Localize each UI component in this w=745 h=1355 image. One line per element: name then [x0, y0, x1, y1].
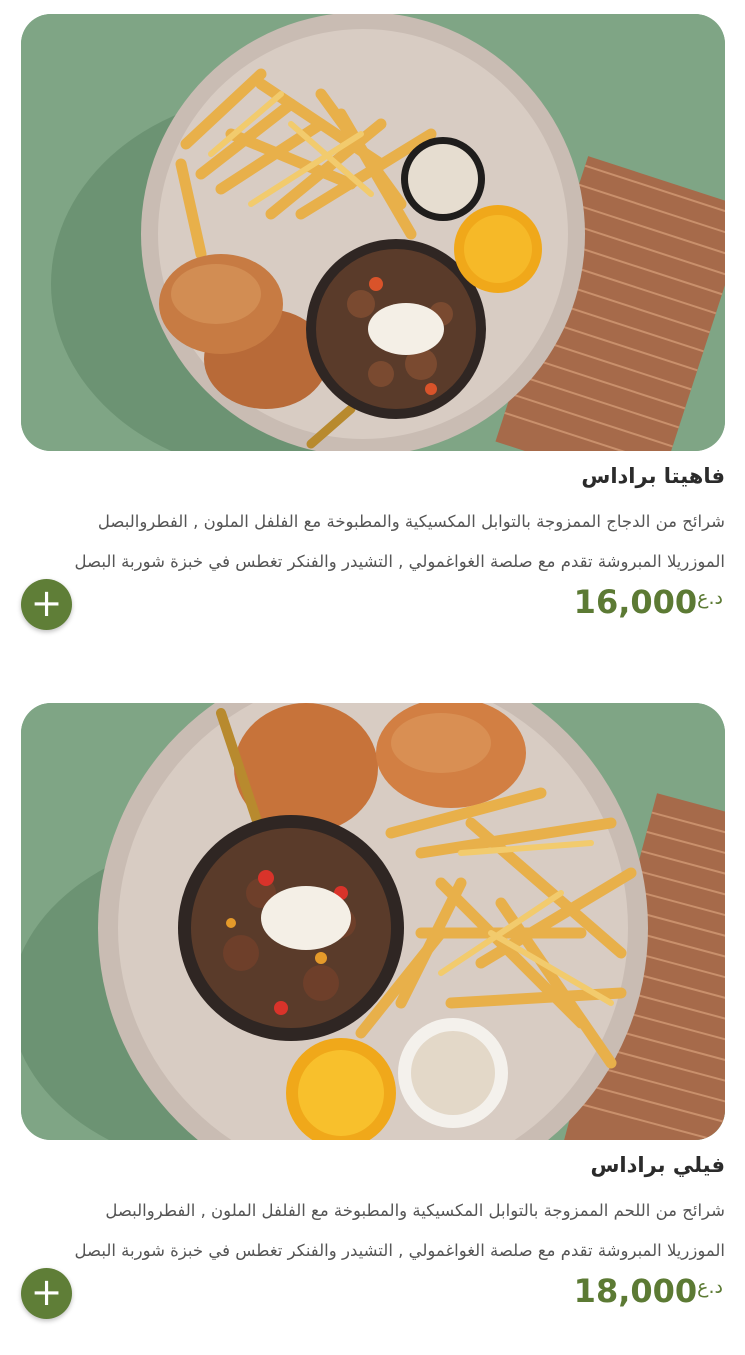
- plus-icon: +: [30, 581, 63, 625]
- menu-item-card[interactable]: فاهيتا براداس شرائح من الدجاج الممزوجة ب…: [21, 14, 725, 630]
- menu-item-card[interactable]: فيلي براداس شرائح من اللحم الممزوجة بالت…: [21, 703, 725, 1319]
- item-price: د.ع18,000: [574, 1272, 725, 1310]
- food-image: [21, 703, 725, 1140]
- item-description: شرائح من اللحم الممزوجة بالتوابل المكسيك…: [21, 1191, 725, 1271]
- price-value: 16,000: [573, 583, 698, 621]
- add-to-cart-button[interactable]: +: [21, 579, 72, 630]
- item-description-line: شرائح من اللحم الممزوجة بالتوابل المكسيك…: [105, 1201, 725, 1220]
- price-currency: د.ع: [697, 587, 723, 609]
- add-to-cart-button[interactable]: +: [21, 1268, 72, 1319]
- item-description-line: الموزريلا المبروشة تقدم مع صلصة الغواغمو…: [74, 552, 725, 571]
- item-title: فيلي براداس: [590, 1153, 725, 1177]
- plus-icon: +: [30, 1270, 63, 1314]
- item-title: فاهيتا براداس: [581, 464, 725, 488]
- item-description: شرائح من الدجاج الممزوجة بالتوابل المكسي…: [21, 502, 725, 582]
- item-price: د.ع16,000: [574, 583, 725, 621]
- price-currency: د.ع: [697, 1276, 723, 1298]
- price-value: 18,000: [573, 1272, 698, 1310]
- food-image: [21, 14, 725, 451]
- item-description-line: الموزريلا المبروشة تقدم مع صلصة الغواغمو…: [74, 1241, 725, 1260]
- item-description-line: شرائح من الدجاج الممزوجة بالتوابل المكسي…: [97, 512, 725, 531]
